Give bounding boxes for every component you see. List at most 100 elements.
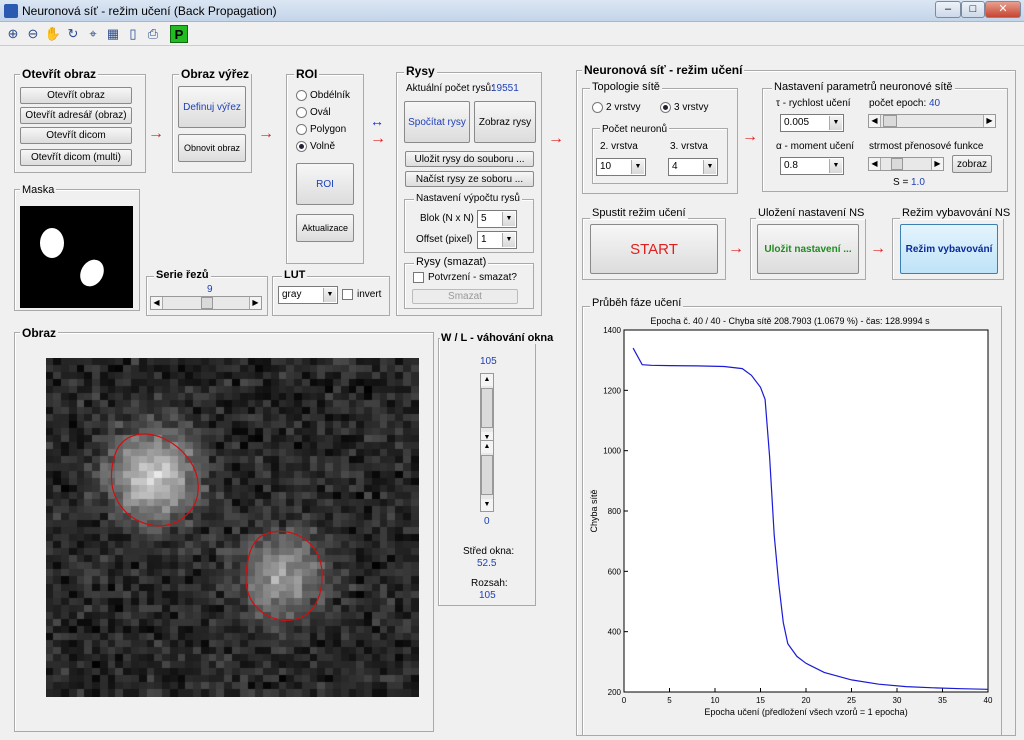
plot-area: [623, 329, 989, 693]
chevron-down-icon: ▼: [502, 212, 515, 226]
wl-title: W / L - váhování okna: [440, 332, 555, 344]
features-count-label: Aktuální počet rysů:: [406, 83, 494, 94]
roi-option-polygon-radio[interactable]: [296, 124, 307, 135]
lut-title: LUT: [282, 269, 308, 281]
arrow-icon: →: [548, 130, 564, 147]
chevron-up-icon[interactable]: ▲: [481, 374, 493, 386]
chevron-down-icon: ▼: [631, 160, 644, 174]
roi-button[interactable]: ROI: [296, 163, 354, 205]
load-features-button[interactable]: Načíst rysy ze soboru ...: [405, 171, 534, 187]
show-function-button[interactable]: zobraz: [952, 155, 992, 173]
chevron-right-icon[interactable]: ▶: [931, 158, 943, 170]
update-button[interactable]: Aktualizace: [296, 214, 354, 242]
three-layers-label: 3 vrstvy: [674, 102, 709, 113]
slider-thumb[interactable]: [481, 388, 493, 428]
arrow-icon: →: [742, 128, 758, 145]
learning-rate-select[interactable]: 0.005 ▼: [780, 114, 844, 132]
y-tick-label: 1000: [603, 447, 621, 456]
roi-option-freehand-radio[interactable]: [296, 141, 307, 152]
chevron-left-icon[interactable]: ◀: [151, 297, 163, 309]
show-features-button[interactable]: Zobraz rysy: [474, 101, 536, 143]
open-directory-button[interactable]: Otevřít adresář (obraz): [20, 107, 132, 124]
chevron-up-icon[interactable]: ▲: [481, 441, 493, 453]
arrow-icon: →: [870, 240, 886, 257]
save-features-button[interactable]: Uložit rysy do souboru ...: [405, 151, 534, 167]
x-axis-label: Epocha učení (předložení všech vzorů = 1…: [704, 707, 907, 717]
layer3-value: 4: [672, 161, 678, 172]
mask-title: Maska: [20, 184, 57, 196]
series-title: Serie řezů: [154, 269, 211, 281]
window-title: Neuronová síť - režim učení (Back Propag…: [22, 4, 277, 18]
chevron-right-icon[interactable]: ▶: [249, 297, 261, 309]
confirm-delete-checkbox[interactable]: [413, 272, 424, 283]
classify-button[interactable]: Režim vybavování: [900, 224, 998, 274]
compute-features-button[interactable]: Spočítat rysy: [404, 101, 470, 143]
layer2-label: 2. vrstva: [600, 141, 638, 152]
print-icon[interactable]: ⎙: [144, 25, 162, 43]
rotate-icon[interactable]: ↻: [64, 25, 82, 43]
window-slider[interactable]: ▲ ▼: [480, 373, 494, 445]
classify-title: Režim vybavování NS: [900, 207, 1013, 219]
slope-slider[interactable]: ◀ ▶: [868, 157, 944, 171]
roi-option-label: Obdélník: [310, 90, 351, 101]
save-nn-button[interactable]: Uložit nastavení ...: [757, 224, 859, 274]
slider-thumb[interactable]: [883, 115, 897, 127]
colorbar-icon[interactable]: ▦: [104, 25, 122, 43]
chevron-left-icon[interactable]: ◀: [869, 158, 881, 170]
open-dicom-button[interactable]: Otevřít dicom: [20, 127, 132, 144]
roi-option-rectangle-radio[interactable]: [296, 90, 307, 101]
slider-thumb[interactable]: [481, 455, 493, 495]
chevron-down-icon: ▼: [703, 160, 716, 174]
three-layers-radio[interactable]: [660, 102, 671, 113]
window-center-label: Střed okna:: [463, 546, 515, 557]
chevron-left-icon[interactable]: ◀: [869, 115, 881, 127]
start-button[interactable]: START: [590, 224, 718, 274]
pan-hand-icon[interactable]: ✋: [44, 25, 62, 43]
learning-rate-label: τ - rychlost učení: [776, 98, 851, 109]
open-image-button[interactable]: Otevřít obraz: [20, 87, 132, 104]
define-crop-button[interactable]: Definuj výřez: [178, 86, 246, 128]
delete-features-title: Rysy (smazat): [414, 256, 489, 268]
chevron-down-icon: ▼: [829, 116, 842, 130]
roi-contour-1: [110, 433, 199, 527]
momentum-select[interactable]: 0.8 ▼: [780, 157, 844, 175]
layer3-select[interactable]: 4 ▼: [668, 158, 718, 176]
features-count-value: 19551: [491, 83, 519, 94]
data-cursor-icon[interactable]: ⌖: [84, 25, 102, 43]
maximize-button[interactable]: □: [961, 1, 985, 18]
y-tick-label: 600: [608, 567, 622, 576]
two-layers-radio[interactable]: [592, 102, 603, 113]
legend-icon[interactable]: ▯: [124, 25, 142, 43]
slider-thumb[interactable]: [891, 158, 903, 170]
invert-checkbox[interactable]: [342, 289, 353, 300]
save-nn-title: Uložení nastavení NS: [756, 207, 867, 219]
y-tick-label: 800: [608, 507, 622, 516]
roi-option-oval-radio[interactable]: [296, 107, 307, 118]
minimize-button[interactable]: –: [935, 1, 961, 18]
layer2-select[interactable]: 10 ▼: [596, 158, 646, 176]
series-value: 9: [207, 284, 213, 295]
restore-image-button[interactable]: Obnovit obraz: [178, 134, 246, 162]
neurons-title: Počet neuronů: [600, 124, 670, 135]
epochs-slider[interactable]: ◀ ▶: [868, 114, 996, 128]
block-size-select[interactable]: 5 ▼: [477, 210, 517, 228]
zoom-in-icon[interactable]: ⊕: [4, 25, 22, 43]
y-axis-label: Chyba sítě: [589, 489, 599, 532]
two-layers-label: 2 vrstvy: [606, 102, 641, 113]
open-dicom-multi-button[interactable]: Otevřít dicom (multi): [20, 149, 132, 166]
chevron-right-icon[interactable]: ▶: [983, 115, 995, 127]
series-slider[interactable]: ◀ ▶: [150, 296, 262, 310]
chevron-down-icon[interactable]: ▼: [481, 499, 493, 511]
close-button[interactable]: ✕: [985, 1, 1021, 18]
level-slider[interactable]: ▲ ▼: [480, 440, 494, 512]
x-tick-label: 35: [938, 696, 947, 705]
zoom-out-icon[interactable]: ⊖: [24, 25, 42, 43]
range-value: 105: [479, 590, 496, 601]
slider-thumb[interactable]: [201, 297, 213, 309]
delete-button[interactable]: Smazat: [412, 289, 518, 304]
slope-label: strmost přenosové funkce: [869, 141, 984, 152]
offset-select[interactable]: 1 ▼: [477, 231, 517, 249]
lut-select[interactable]: gray ▼: [278, 286, 338, 304]
p-button[interactable]: P: [170, 25, 188, 43]
arrow-icon: →: [148, 125, 164, 142]
